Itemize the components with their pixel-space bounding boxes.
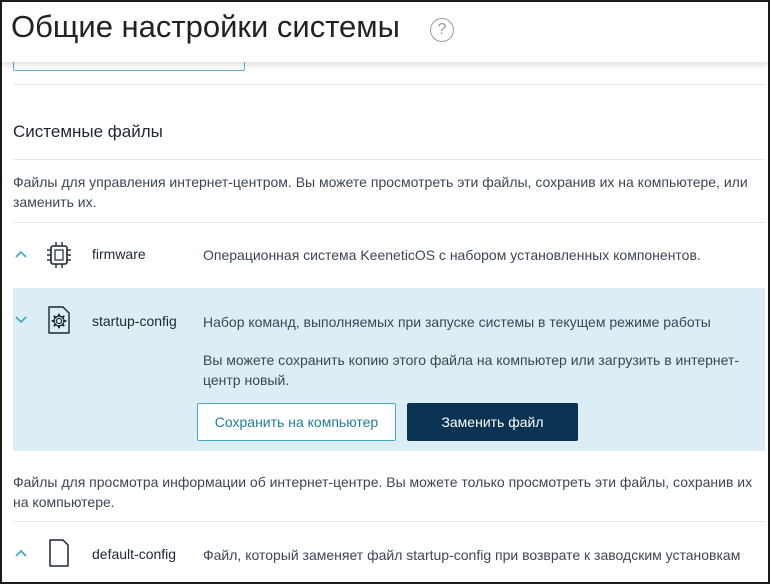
- window-frame: Общие настройки системы ? Системные файл…: [0, 0, 770, 584]
- page-title: Общие настройки системы: [11, 9, 400, 44]
- chevron-up-icon[interactable]: [13, 249, 29, 261]
- replace-file-button[interactable]: Заменить файл: [407, 403, 578, 441]
- page-header: Общие настройки системы ?: [2, 2, 768, 62]
- file-description-firmware: Операционная система KeeneticOS с наборо…: [203, 247, 701, 263]
- file-description-startup-config: Набор команд, выполняемых при запуске си…: [203, 314, 711, 330]
- file-description-default-config: Файл, который заменяет файл startup-conf…: [203, 547, 741, 563]
- view-files-description: Файлы для просмотра информации об интерн…: [13, 474, 753, 510]
- file-name-default-config: default-config: [92, 546, 177, 562]
- chevron-down-icon[interactable]: [13, 314, 29, 326]
- manage-files-description: Файлы для управления интернет-центром. В…: [13, 174, 748, 210]
- section-title: Системные файлы: [13, 122, 163, 141]
- save-to-computer-button[interactable]: Сохранить на компьютер: [197, 403, 396, 441]
- file-row-startup-config[interactable]: startup-config Набор команд, выполняемых…: [13, 288, 765, 451]
- chevron-up-icon[interactable]: [13, 548, 29, 560]
- divider: [13, 159, 765, 160]
- divider: [13, 84, 765, 85]
- chip-icon: [47, 242, 71, 268]
- gear-file-icon: [48, 306, 70, 334]
- file-row-firmware[interactable]: firmware Операционная система KeeneticOS…: [13, 223, 765, 287]
- file-row-default-config[interactable]: default-config Файл, который заменяет фа…: [13, 522, 765, 582]
- help-icon[interactable]: ?: [430, 18, 454, 42]
- file-icon: [49, 539, 69, 567]
- file-details-startup-config: Вы можете сохранить копию этого файла на…: [203, 352, 740, 388]
- file-name-startup-config: startup-config: [92, 313, 177, 329]
- file-name-firmware: firmware: [92, 246, 146, 262]
